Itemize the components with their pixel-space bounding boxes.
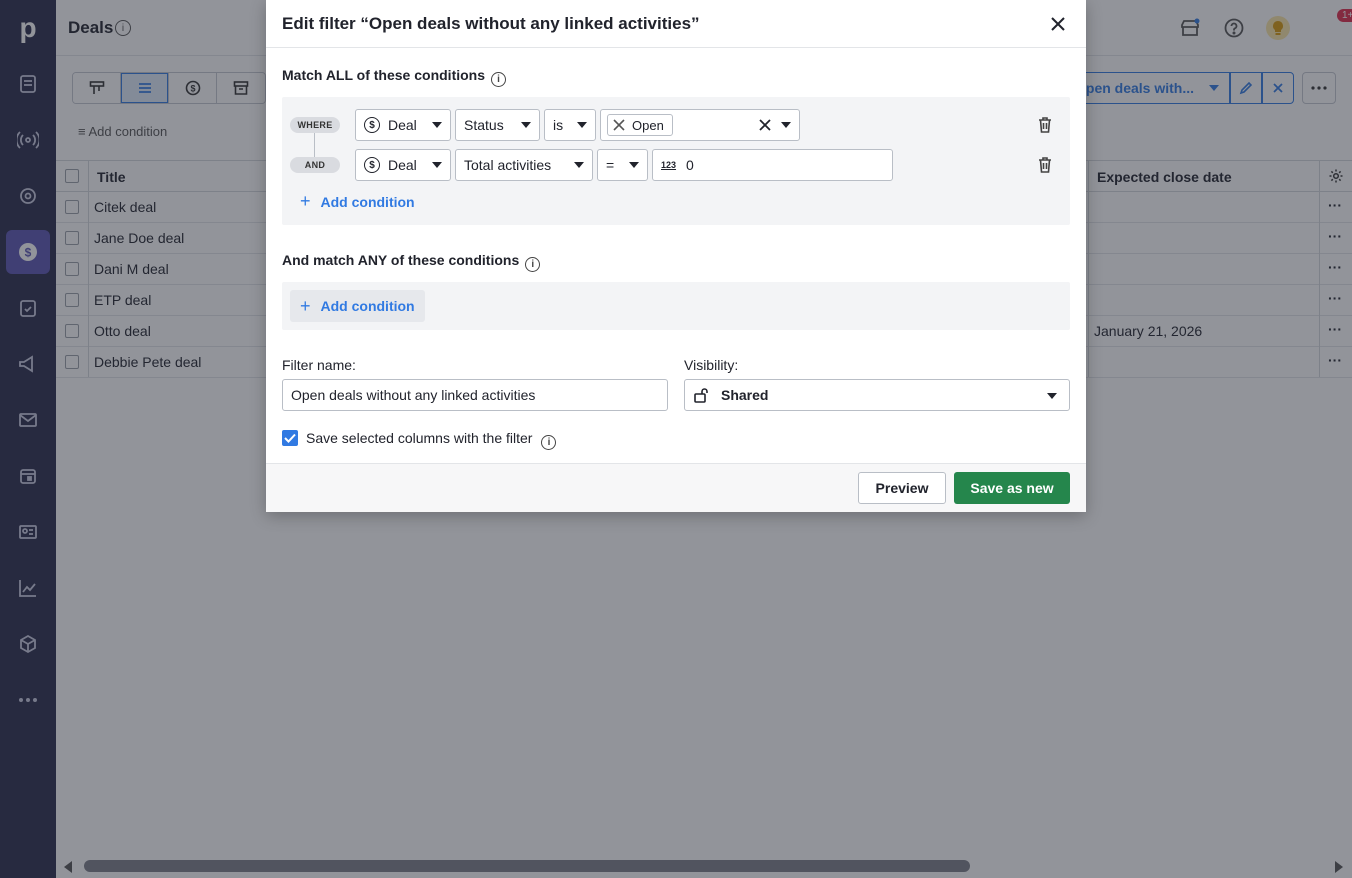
any-conditions-box: + Add condition bbox=[282, 282, 1070, 330]
edit-filter-modal: Edit filter “Open deals without any link… bbox=[266, 0, 1086, 512]
number-type-icon: 123 bbox=[661, 160, 677, 170]
unlock-icon bbox=[694, 388, 708, 403]
close-icon[interactable] bbox=[1048, 14, 1068, 34]
trash-icon[interactable] bbox=[1037, 116, 1053, 134]
info-icon[interactable]: i bbox=[541, 435, 557, 450]
trash-icon[interactable] bbox=[1037, 156, 1053, 174]
visibility-label: Visibility: bbox=[684, 357, 739, 373]
add-condition-all-button[interactable]: + Add condition bbox=[300, 191, 415, 212]
plus-icon: + bbox=[300, 295, 311, 316]
field-select[interactable]: Total activities bbox=[455, 149, 593, 181]
and-label: AND bbox=[290, 157, 340, 173]
where-label: WHERE bbox=[290, 117, 340, 133]
match-any-label: And match ANY of these conditions i bbox=[282, 252, 541, 272]
entity-select[interactable]: $ Deal bbox=[355, 109, 451, 141]
deal-dollar-icon: $ bbox=[364, 157, 380, 173]
check-icon bbox=[284, 433, 296, 443]
chevron-down-icon bbox=[1047, 393, 1057, 399]
filter-name-input[interactable]: Open deals without any linked activities bbox=[282, 379, 668, 411]
value-multiselect[interactable]: Open bbox=[600, 109, 800, 141]
preview-button[interactable]: Preview bbox=[858, 472, 946, 504]
value-number-input[interactable]: 123 0 bbox=[652, 149, 893, 181]
operator-select[interactable]: = bbox=[597, 149, 648, 181]
info-icon[interactable]: i bbox=[491, 72, 507, 87]
deal-dollar-icon: $ bbox=[364, 117, 380, 133]
add-condition-any-button[interactable]: + Add condition bbox=[290, 290, 425, 322]
info-icon[interactable]: i bbox=[525, 257, 541, 272]
filter-name-label: Filter name: bbox=[282, 357, 356, 373]
modal-header: Edit filter “Open deals without any link… bbox=[266, 0, 1086, 48]
operator-select[interactable]: is bbox=[544, 109, 596, 141]
conjunction-connector bbox=[314, 133, 315, 157]
modal-title: Edit filter “Open deals without any link… bbox=[282, 14, 700, 33]
save-columns-label: Save selected columns with the filter i bbox=[306, 430, 557, 450]
value-chip[interactable]: Open bbox=[607, 114, 673, 136]
match-all-label: Match ALL of these conditions i bbox=[282, 67, 507, 87]
save-as-new-button[interactable]: Save as new bbox=[954, 472, 1070, 504]
entity-select[interactable]: $ Deal bbox=[355, 149, 451, 181]
plus-icon: + bbox=[300, 191, 311, 211]
modal-footer: Preview Save as new bbox=[266, 463, 1086, 512]
field-select[interactable]: Status bbox=[455, 109, 540, 141]
visibility-select[interactable]: Shared bbox=[684, 379, 1070, 411]
all-conditions-box: WHERE $ Deal Status is Open AND $ Deal Tot… bbox=[282, 97, 1070, 225]
save-columns-checkbox[interactable] bbox=[282, 430, 298, 446]
clear-value-icon bbox=[759, 119, 771, 131]
remove-chip-icon bbox=[613, 119, 625, 131]
